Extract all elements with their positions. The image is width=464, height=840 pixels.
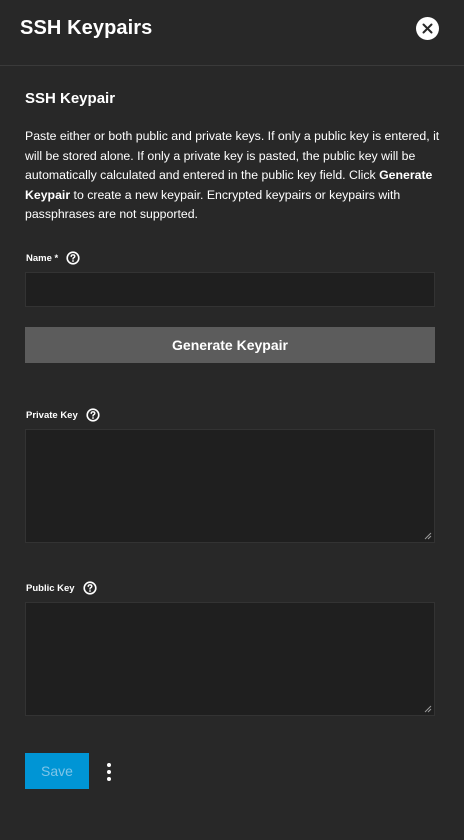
dot xyxy=(107,770,111,774)
more-vert-icon[interactable] xyxy=(100,761,118,783)
public-key-label: Public Key xyxy=(26,582,75,594)
close-icon xyxy=(422,23,433,34)
generate-keypair-button[interactable]: Generate Keypair xyxy=(25,327,435,363)
description-text-2: to create a new keypair. Encrypted keypa… xyxy=(25,187,401,222)
public-key-label-row: Public Key xyxy=(26,581,97,595)
resize-handle-icon[interactable] xyxy=(422,530,432,540)
resize-handle-icon[interactable] xyxy=(422,703,432,713)
help-icon[interactable] xyxy=(82,581,97,595)
description-text-1: Paste either or both public and private … xyxy=(25,129,440,182)
page-title: SSH Keypairs xyxy=(20,17,153,39)
private-key-label-row: Private Key xyxy=(26,408,100,422)
private-key-textarea[interactable] xyxy=(25,429,435,543)
name-label-row: Name * xyxy=(26,251,80,265)
save-button[interactable]: Save xyxy=(25,753,89,789)
description: Paste either or both public and private … xyxy=(25,127,440,225)
help-icon[interactable] xyxy=(66,251,80,265)
section-title: SSH Keypair xyxy=(25,90,116,107)
close-button[interactable] xyxy=(416,17,439,40)
public-key-textarea[interactable] xyxy=(25,602,435,716)
dialog-header: SSH Keypairs xyxy=(0,0,464,66)
dot xyxy=(107,763,111,767)
name-input[interactable] xyxy=(25,272,435,307)
name-label: Name * xyxy=(26,252,59,264)
private-key-label: Private Key xyxy=(26,409,78,421)
help-icon[interactable] xyxy=(86,408,100,422)
dot xyxy=(107,777,111,781)
